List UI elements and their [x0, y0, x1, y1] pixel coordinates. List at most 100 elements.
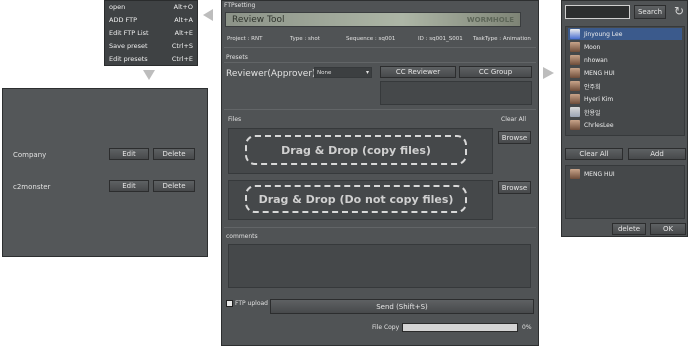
reviewer-label: Reviewer(Approver)	[226, 69, 316, 79]
user-picker-panel: Search ↻ Jinyoung Lee Moon nhowan MENG H…	[561, 0, 688, 237]
user-name: 안주희	[584, 83, 601, 91]
user-name: Moon	[584, 43, 601, 51]
arrow-right-icon	[543, 67, 554, 79]
drop-zone-nocopy[interactable]: Drag & Drop (Do not copy files)	[245, 185, 467, 213]
list-item[interactable]: 안주희	[568, 80, 682, 92]
menu-item-shortcut: Alt+E	[174, 29, 193, 37]
ftp-upload-label: FTP upload	[235, 300, 268, 307]
menu-item-shortcut: Alt+A	[174, 16, 193, 24]
menu-item-edit-presets[interactable]: Edit presets Ctrl+E	[109, 55, 193, 67]
user-name: 한용일	[584, 109, 601, 117]
banner: Review Tool WORMHOLE	[225, 12, 521, 27]
edit-button[interactable]: Edit	[109, 148, 149, 160]
window-title: FTPsetting	[224, 2, 256, 9]
copy-files-area[interactable]: Drag & Drop (copy files)	[228, 128, 493, 174]
menu-item-save-preset[interactable]: Save preset Ctrl+S	[109, 42, 193, 54]
menu-item-add-ftp[interactable]: ADD FTP Alt+A	[109, 16, 193, 28]
context-menu: open Alt+O ADD FTP Alt+A Edit FTP List Alt+…	[104, 0, 198, 66]
info-project: Project : RNT	[227, 36, 263, 42]
avatar	[570, 55, 580, 65]
avatar	[570, 120, 580, 130]
ftp-list-panel: Company Edit Delete c2monster Edit Delet…	[2, 88, 208, 257]
presets-label: Presets	[226, 54, 248, 61]
info-type: Type : shot	[290, 36, 320, 42]
progress-percent: 0%	[522, 324, 532, 331]
avatar	[570, 169, 580, 179]
file-copy-progress	[402, 323, 518, 332]
delete-button[interactable]: Delete	[153, 180, 195, 192]
comments-input[interactable]	[228, 244, 531, 288]
review-tool-window: FTPsetting Review Tool WORMHOLE Project …	[221, 0, 539, 346]
file-copy-label: File Copy	[372, 324, 400, 331]
search-button[interactable]: Search	[634, 5, 666, 19]
ftp-row: Company Edit Delete	[7, 148, 203, 162]
list-item[interactable]: MENG HUI	[568, 168, 682, 180]
divider	[224, 109, 536, 110]
info-sequence: Sequence : sq001	[346, 36, 396, 42]
user-name: MENG HUI	[584, 69, 615, 77]
user-name: ChrlesLee	[584, 121, 614, 129]
menu-item-open[interactable]: open Alt+O	[109, 3, 193, 15]
list-item[interactable]: 한용일	[568, 106, 682, 118]
delete-user-button[interactable]: delete	[612, 223, 646, 235]
list-item[interactable]: Moon	[568, 41, 682, 53]
user-list: Jinyoung Lee Moon nhowan MENG HUI 안주희 Hy…	[565, 26, 685, 136]
nocopy-files-area[interactable]: Drag & Drop (Do not copy files)	[228, 180, 493, 220]
ok-button[interactable]: OK	[650, 223, 686, 235]
drop-zone-copy[interactable]: Drag & Drop (copy files)	[245, 135, 467, 165]
divider	[224, 47, 536, 48]
list-item[interactable]: ChrlesLee	[568, 119, 682, 131]
reviewer-select[interactable]: None ▾	[314, 67, 372, 78]
edit-button[interactable]: Edit	[109, 180, 149, 192]
menu-item-label: Edit presets	[109, 55, 148, 63]
selected-user-list: MENG HUI	[565, 165, 685, 219]
browse-nocopy-button[interactable]: Browse	[498, 181, 531, 194]
ftp-name: Company	[13, 151, 47, 159]
arrow-down-icon	[143, 70, 155, 80]
chevron-down-icon: ▾	[365, 69, 369, 76]
list-item[interactable]: Jinyoung Lee	[568, 28, 682, 40]
menu-item-edit-ftp-list[interactable]: Edit FTP List Alt+E	[109, 29, 193, 41]
cc-reviewer-button[interactable]: CC Reviewer	[380, 66, 456, 78]
arrow-left-icon	[203, 9, 213, 21]
banner-title: Review Tool	[232, 15, 285, 25]
menu-item-label: Edit FTP List	[109, 29, 149, 37]
user-name: MENG HUI	[584, 170, 615, 178]
add-user-button[interactable]: Add	[628, 148, 686, 160]
info-id: ID : sq001_S001	[418, 36, 463, 42]
clear-all-files-button[interactable]: Clear All	[501, 116, 526, 123]
list-item[interactable]: Hyeri Kim	[568, 93, 682, 105]
user-search-input[interactable]	[565, 5, 630, 19]
avatar	[570, 94, 580, 104]
menu-item-label: ADD FTP	[109, 16, 138, 24]
avatar	[570, 42, 580, 52]
menu-item-label: open	[109, 3, 126, 11]
avatar	[570, 68, 580, 78]
ftp-row: c2monster Edit Delete	[7, 180, 203, 194]
ftp-name: c2monster	[13, 183, 51, 191]
delete-button[interactable]: Delete	[153, 148, 195, 160]
menu-item-shortcut: Ctrl+S	[171, 42, 193, 50]
divider	[224, 227, 536, 228]
browse-copy-button[interactable]: Browse	[498, 131, 531, 144]
menu-item-shortcut: Ctrl+E	[171, 55, 193, 63]
user-name: Hyeri Kim	[584, 95, 614, 103]
clear-all-users-button[interactable]: Clear All	[565, 148, 623, 160]
divider	[224, 62, 536, 63]
ftp-upload-checkbox[interactable]	[226, 300, 233, 307]
refresh-icon[interactable]: ↻	[672, 4, 686, 18]
list-item[interactable]: nhowan	[568, 54, 682, 66]
menu-item-label: Save preset	[109, 42, 148, 50]
reviewer-select-value: None	[317, 70, 332, 76]
info-tasktype: TaskType : Animation	[473, 36, 531, 42]
send-button[interactable]: Send (Shift+S)	[270, 299, 534, 314]
cc-group-button[interactable]: CC Group	[459, 66, 532, 78]
user-name: Jinyoung Lee	[584, 30, 623, 38]
cc-list[interactable]	[380, 81, 532, 105]
avatar	[570, 29, 580, 39]
list-item[interactable]: MENG HUI	[568, 67, 682, 79]
avatar	[570, 107, 580, 117]
menu-item-shortcut: Alt+O	[173, 3, 193, 11]
banner-brand: WORMHOLE	[466, 16, 514, 24]
user-name: nhowan	[584, 56, 608, 64]
